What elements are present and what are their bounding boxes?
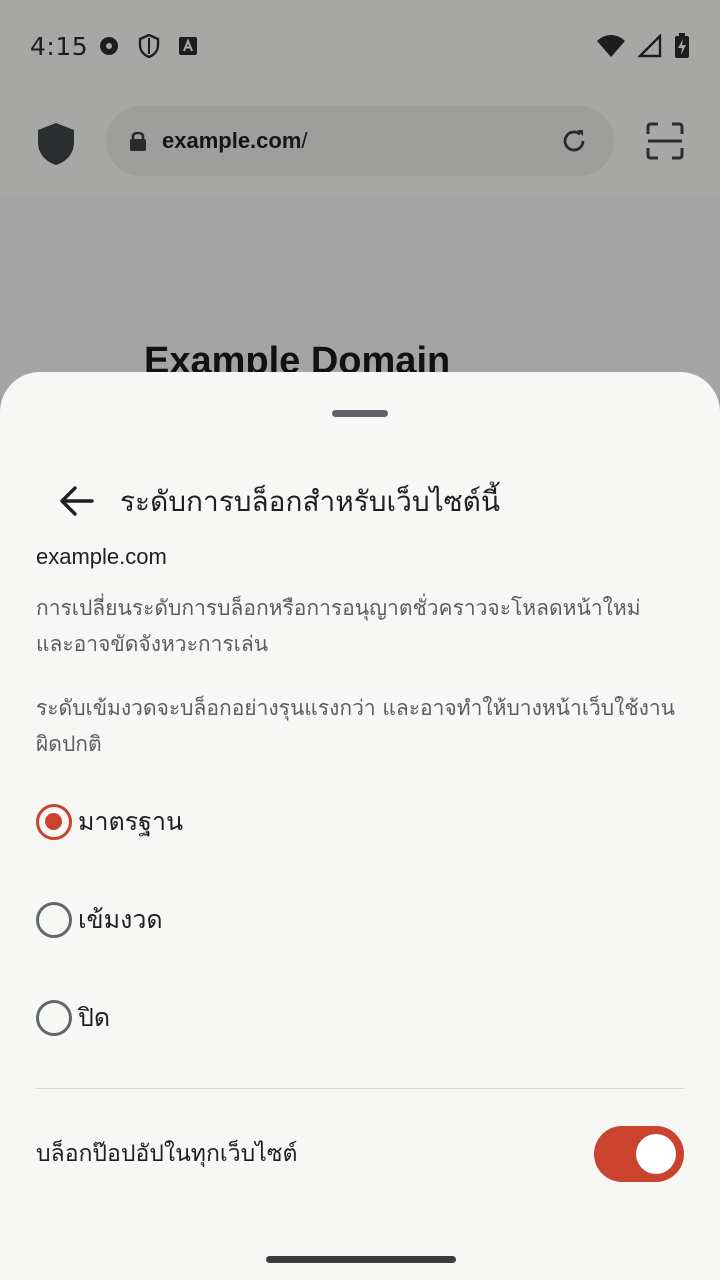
option-strict-label: เข้มงวด (78, 905, 163, 934)
back-arrow-icon[interactable] (56, 480, 98, 522)
blocking-level-sheet: ระดับการบล็อกสำหรับเว็บไซต์นี้ example.c… (0, 372, 720, 1280)
gesture-nav-bar[interactable] (266, 1256, 456, 1263)
block-popups-toggle[interactable] (594, 1126, 684, 1182)
sheet-title: ระดับการบล็อกสำหรับเว็บไซต์นี้ (120, 485, 501, 518)
divider (36, 1088, 684, 1089)
description-strict: ระดับเข้มงวดจะบล็อกอย่างรุนแรงกว่า และอา… (36, 696, 676, 756)
option-standard[interactable]: มาตรฐาน (36, 792, 676, 852)
option-off[interactable]: ปิด (36, 988, 676, 1048)
radio-strict[interactable] (36, 902, 72, 938)
drag-handle[interactable] (332, 410, 388, 417)
option-off-label: ปิด (78, 1003, 111, 1032)
block-popups-label: บล็อกป๊อปอัปในทุกเว็บไซต์ (36, 1141, 298, 1167)
option-strict[interactable]: เข้มงวด (36, 890, 676, 950)
toggle-thumb (636, 1134, 676, 1174)
site-name: example.com (36, 544, 167, 569)
radio-off[interactable] (36, 1000, 72, 1036)
screen: 4:15 example.com/ Example Domain ระดับกา… (0, 0, 720, 1280)
option-standard-label: มาตรฐาน (78, 807, 184, 836)
description-reload: การเปลี่ยนระดับการบล็อกหรือการอนุญาตชั่ว… (36, 596, 641, 656)
radio-standard[interactable] (36, 804, 72, 840)
